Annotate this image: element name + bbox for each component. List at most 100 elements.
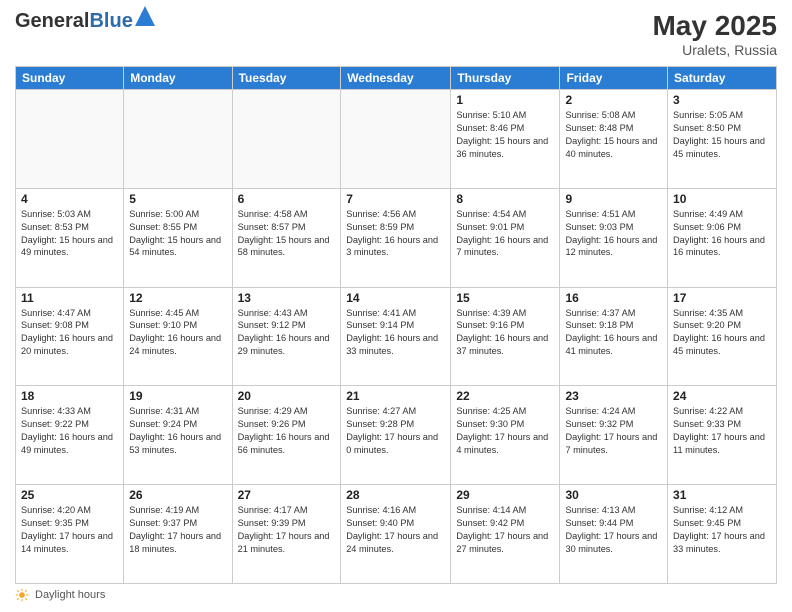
logo: GeneralBlue	[15, 10, 133, 33]
logo-icon	[135, 6, 155, 26]
calendar-cell: 16Sunrise: 4:37 AM Sunset: 9:18 PM Dayli…	[560, 287, 668, 386]
calendar-cell: 21 Sunrise: 4:27 AM Sunset: 9:28 PM Dayli…	[341, 386, 451, 485]
calendar-cell: 2Sunrise: 5:08 AM Sunset: 8:48 PM Daylig…	[560, 90, 668, 189]
day-number: 21	[346, 389, 445, 403]
calendar-header-row: Sunday Monday Tuesday Wednesday Thursday…	[16, 67, 777, 90]
title-block: May 2025 Uralets, Russia	[652, 10, 777, 58]
day-number: 22	[456, 389, 554, 403]
day-info: Sunrise: 4:20 AM Sunset: 9:35 PM Dayligh…	[21, 504, 118, 556]
header-sunday: Sunday	[16, 67, 124, 90]
day-info: Sunrise: 4:17 AM Sunset: 9:39 PM Dayligh…	[238, 504, 336, 556]
day-number: 6	[238, 192, 336, 206]
day-info: Sunrise: 5:08 AM Sunset: 8:48 PM Dayligh…	[565, 109, 662, 161]
calendar-cell: 19 Sunrise: 4:31 AM Sunset: 9:24 PM Dayli…	[124, 386, 232, 485]
day-number: 24	[673, 389, 771, 403]
day-number: 28	[346, 488, 445, 502]
day-number: 15	[456, 291, 554, 305]
calendar-cell	[341, 90, 451, 189]
calendar-cell: 5 Sunrise: 5:00 AM Sunset: 8:55 PM Daylig…	[124, 188, 232, 287]
day-number: 5	[129, 192, 226, 206]
calendar-cell: 26 Sunrise: 4:19 AM Sunset: 9:37 PM Dayli…	[124, 485, 232, 584]
page: GeneralBlue May 2025 Uralets, Russia Sun…	[0, 0, 792, 612]
calendar-week-row-2: 11Sunrise: 4:47 AM Sunset: 9:08 PM Dayli…	[16, 287, 777, 386]
day-number: 9	[565, 192, 662, 206]
day-info: Sunrise: 4:24 AM Sunset: 9:32 PM Dayligh…	[565, 405, 662, 457]
day-number: 26	[129, 488, 226, 502]
day-info: Sunrise: 4:35 AM Sunset: 9:20 PM Dayligh…	[673, 307, 771, 359]
calendar-cell: 1 Sunrise: 5:10 AM Sunset: 8:46 PM Daylig…	[451, 90, 560, 189]
day-info: Sunrise: 4:31 AM Sunset: 9:24 PM Dayligh…	[129, 405, 226, 457]
day-info: Sunrise: 4:33 AM Sunset: 9:22 PM Dayligh…	[21, 405, 118, 457]
month-year-title: May 2025	[652, 10, 777, 42]
day-info: Sunrise: 4:19 AM Sunset: 9:37 PM Dayligh…	[129, 504, 226, 556]
day-info: Sunrise: 4:39 AM Sunset: 9:16 PM Dayligh…	[456, 307, 554, 359]
day-info: Sunrise: 4:22 AM Sunset: 9:33 PM Dayligh…	[673, 405, 771, 457]
header-thursday: Thursday	[451, 67, 560, 90]
calendar-cell: 4Sunrise: 5:03 AM Sunset: 8:53 PM Daylig…	[16, 188, 124, 287]
calendar-cell: 17Sunrise: 4:35 AM Sunset: 9:20 PM Dayli…	[668, 287, 777, 386]
calendar-cell: 9 Sunrise: 4:51 AM Sunset: 9:03 PM Daylig…	[560, 188, 668, 287]
calendar-week-row-0: 1 Sunrise: 5:10 AM Sunset: 8:46 PM Daylig…	[16, 90, 777, 189]
location-subtitle: Uralets, Russia	[652, 42, 777, 58]
day-info: Sunrise: 4:49 AM Sunset: 9:06 PM Dayligh…	[673, 208, 771, 260]
calendar-cell: 24 Sunrise: 4:22 AM Sunset: 9:33 PM Dayli…	[668, 386, 777, 485]
day-number: 4	[21, 192, 118, 206]
day-info: Sunrise: 4:12 AM Sunset: 9:45 PM Dayligh…	[673, 504, 771, 556]
day-number: 18	[21, 389, 118, 403]
sun-icon	[15, 588, 29, 602]
day-number: 1	[456, 93, 554, 107]
day-info: Sunrise: 4:29 AM Sunset: 9:26 PM Dayligh…	[238, 405, 336, 457]
day-info: Sunrise: 4:41 AM Sunset: 9:14 PM Dayligh…	[346, 307, 445, 359]
day-number: 31	[673, 488, 771, 502]
calendar-cell: 23 Sunrise: 4:24 AM Sunset: 9:32 PM Dayli…	[560, 386, 668, 485]
calendar-cell: 18 Sunrise: 4:33 AM Sunset: 9:22 PM Dayli…	[16, 386, 124, 485]
header-tuesday: Tuesday	[232, 67, 341, 90]
header-wednesday: Wednesday	[341, 67, 451, 90]
calendar-week-row-3: 18 Sunrise: 4:33 AM Sunset: 9:22 PM Dayli…	[16, 386, 777, 485]
header-monday: Monday	[124, 67, 232, 90]
day-number: 10	[673, 192, 771, 206]
day-info: Sunrise: 4:51 AM Sunset: 9:03 PM Dayligh…	[565, 208, 662, 260]
day-info: Sunrise: 4:16 AM Sunset: 9:40 PM Dayligh…	[346, 504, 445, 556]
day-number: 7	[346, 192, 445, 206]
calendar-cell: 31 Sunrise: 4:12 AM Sunset: 9:45 PM Dayli…	[668, 485, 777, 584]
calendar-cell	[16, 90, 124, 189]
calendar-cell: 29Sunrise: 4:14 AM Sunset: 9:42 PM Dayli…	[451, 485, 560, 584]
calendar-cell	[232, 90, 341, 189]
day-info: Sunrise: 4:25 AM Sunset: 9:30 PM Dayligh…	[456, 405, 554, 457]
day-number: 30	[565, 488, 662, 502]
day-info: Sunrise: 4:43 AM Sunset: 9:12 PM Dayligh…	[238, 307, 336, 359]
calendar-cell: 22 Sunrise: 4:25 AM Sunset: 9:30 PM Dayli…	[451, 386, 560, 485]
calendar-cell: 14Sunrise: 4:41 AM Sunset: 9:14 PM Dayli…	[341, 287, 451, 386]
day-number: 23	[565, 389, 662, 403]
calendar-cell: 3Sunrise: 5:05 AM Sunset: 8:50 PM Daylig…	[668, 90, 777, 189]
calendar-cell: 10 Sunrise: 4:49 AM Sunset: 9:06 PM Dayli…	[668, 188, 777, 287]
day-info: Sunrise: 4:58 AM Sunset: 8:57 PM Dayligh…	[238, 208, 336, 260]
day-info: Sunrise: 4:13 AM Sunset: 9:44 PM Dayligh…	[565, 504, 662, 556]
header-friday: Friday	[560, 67, 668, 90]
calendar-week-row-4: 25 Sunrise: 4:20 AM Sunset: 9:35 PM Dayli…	[16, 485, 777, 584]
calendar-cell: 7 Sunrise: 4:56 AM Sunset: 8:59 PM Daylig…	[341, 188, 451, 287]
calendar-cell: 8Sunrise: 4:54 AM Sunset: 9:01 PM Daylig…	[451, 188, 560, 287]
calendar-cell: 12Sunrise: 4:45 AM Sunset: 9:10 PM Dayli…	[124, 287, 232, 386]
header: GeneralBlue May 2025 Uralets, Russia	[15, 10, 777, 58]
day-info: Sunrise: 5:00 AM Sunset: 8:55 PM Dayligh…	[129, 208, 226, 260]
day-number: 27	[238, 488, 336, 502]
logo-general-text: General	[15, 10, 89, 32]
day-number: 8	[456, 192, 554, 206]
day-number: 13	[238, 291, 336, 305]
day-info: Sunrise: 4:14 AM Sunset: 9:42 PM Dayligh…	[456, 504, 554, 556]
day-number: 19	[129, 389, 226, 403]
calendar-week-row-1: 4Sunrise: 5:03 AM Sunset: 8:53 PM Daylig…	[16, 188, 777, 287]
day-number: 20	[238, 389, 336, 403]
footer-note: Daylight hours	[15, 588, 777, 602]
calendar-cell: 20 Sunrise: 4:29 AM Sunset: 9:26 PM Dayli…	[232, 386, 341, 485]
day-info: Sunrise: 4:56 AM Sunset: 8:59 PM Dayligh…	[346, 208, 445, 260]
day-number: 3	[673, 93, 771, 107]
day-info: Sunrise: 5:10 AM Sunset: 8:46 PM Dayligh…	[456, 109, 554, 161]
calendar-cell: 27 Sunrise: 4:17 AM Sunset: 9:39 PM Dayli…	[232, 485, 341, 584]
calendar-table: Sunday Monday Tuesday Wednesday Thursday…	[15, 66, 777, 584]
day-info: Sunrise: 4:27 AM Sunset: 9:28 PM Dayligh…	[346, 405, 445, 457]
day-number: 11	[21, 291, 118, 305]
day-number: 25	[21, 488, 118, 502]
